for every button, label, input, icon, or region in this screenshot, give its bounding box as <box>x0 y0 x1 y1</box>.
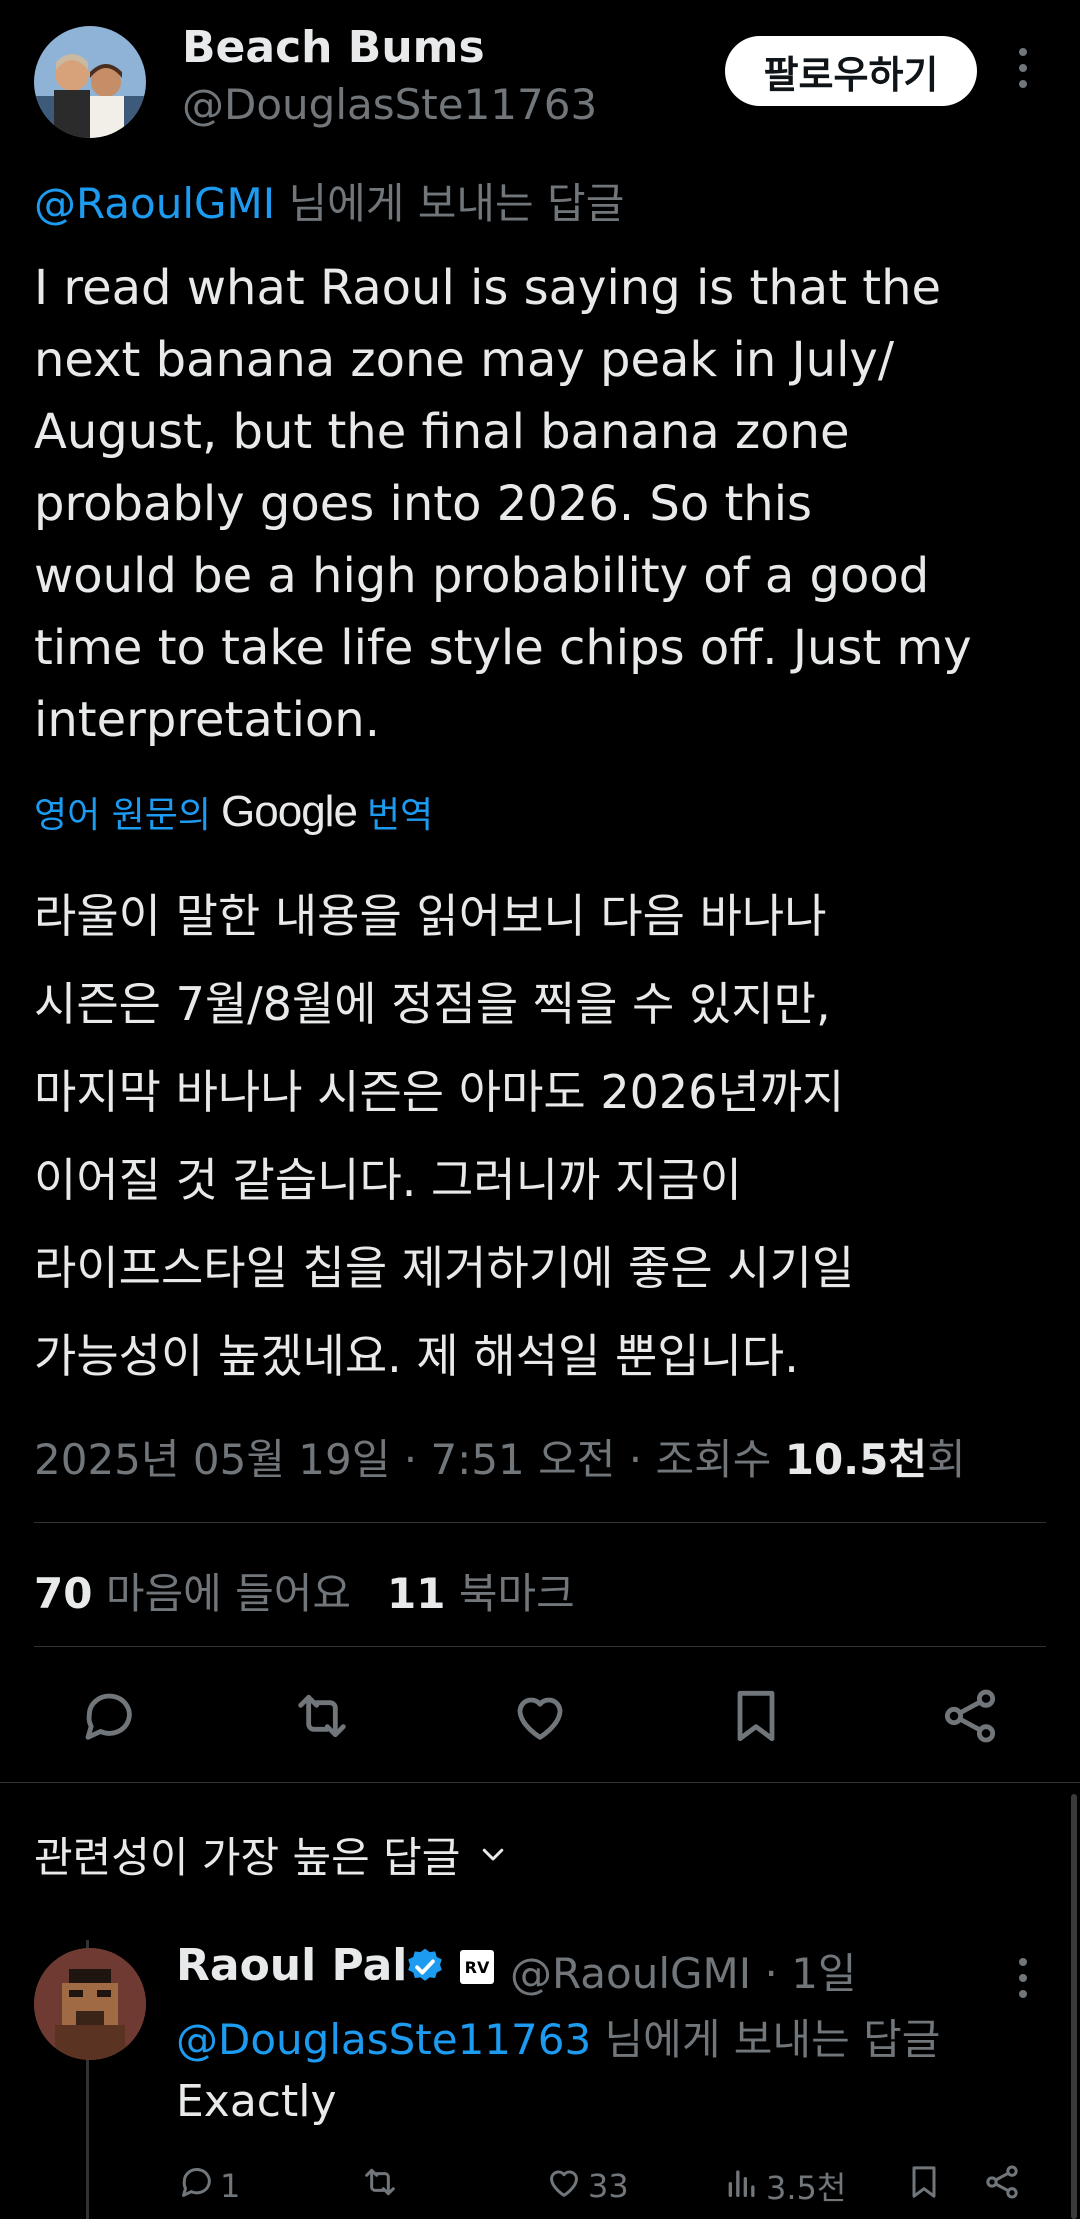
reply-retweet-button[interactable] <box>360 2162 400 2210</box>
reply-mention-link[interactable]: @RaoulGMI <box>34 179 275 228</box>
bookmark-icon <box>904 2162 944 2210</box>
reply-views-button[interactable]: 3.5천 <box>722 2162 846 2210</box>
reply-context: @DouglasSte11763 님에게 보내는 답글 <box>176 2006 940 2067</box>
divider <box>34 1646 1046 1647</box>
scrollbar[interactable] <box>1071 1794 1077 2219</box>
reply-author-name[interactable]: Raoul Pal <box>176 1940 407 1991</box>
reply-context-suffix: 님에게 보내는 답글 <box>275 179 625 228</box>
share-icon[interactable] <box>938 1684 1002 1748</box>
likes-stat[interactable]: 70 마음에 들어요 <box>34 1560 351 1621</box>
reply-like-button[interactable]: 33 <box>544 2162 629 2210</box>
retweet-icon <box>360 2162 400 2210</box>
likes-count: 70 <box>34 1569 93 1618</box>
author-handle[interactable]: @DouglasSte11763 <box>182 80 597 129</box>
view-count: 3.5천 <box>766 2169 847 2207</box>
tweet-body: I read what Raoul is saying is that the … <box>34 260 972 748</box>
reply-author-handle[interactable]: @RaoulGMI · 1일 <box>510 1940 857 2001</box>
chevron-down-icon <box>478 1830 508 1879</box>
reply-icon <box>176 2162 216 2210</box>
bookmarks-label: 북마크 <box>458 1569 575 1618</box>
likes-label: 마음에 들어요 <box>105 1569 352 1618</box>
bookmarks-stat[interactable]: 11 북마크 <box>387 1560 575 1621</box>
heart-icon[interactable] <box>508 1684 572 1748</box>
replies-sort-dropdown[interactable]: 관련성이 가장 높은 답글 <box>34 1824 508 1885</box>
section-divider <box>0 1782 1080 1783</box>
affiliate-badge-icon[interactable]: RV <box>460 1950 494 1984</box>
retweet-icon[interactable] <box>290 1684 354 1748</box>
follow-button[interactable]: 팔로우하기 <box>725 36 977 106</box>
like-count: 33 <box>588 2167 629 2205</box>
reply-bookmark-button[interactable] <box>904 2162 944 2210</box>
reply-more-options-icon[interactable] <box>1016 1954 1030 2008</box>
translation-prefix: 영어 원문의 <box>34 795 212 836</box>
reply-author-name-text: Raoul Pal <box>176 1940 408 1991</box>
reply-mention-link[interactable]: @DouglasSte11763 <box>176 2015 591 2064</box>
view-suffix: 회 <box>927 1435 966 1484</box>
heart-icon <box>544 2162 584 2210</box>
timestamp[interactable]: 2025년 05월 19일 · 7:51 오전 · 조회수 <box>34 1435 785 1484</box>
author-name[interactable]: Beach Bums <box>182 22 485 73</box>
reply-icon[interactable] <box>76 1684 140 1748</box>
view-count: 10.5천 <box>784 1435 927 1484</box>
translation-suffix: 번역 <box>366 795 434 836</box>
translation-attribution[interactable]: 영어 원문의 Google 번역 <box>34 786 433 838</box>
divider <box>34 1522 1046 1523</box>
bookmark-icon[interactable] <box>724 1684 788 1748</box>
reply-reply-button[interactable]: 1 <box>176 2162 240 2210</box>
reply-author-avatar[interactable] <box>34 1948 146 2060</box>
share-icon <box>982 2162 1022 2210</box>
tweet-meta: 2025년 05월 19일 · 7:51 오전 · 조회수 10.5천회 <box>34 1426 966 1487</box>
author-avatar[interactable] <box>34 26 146 138</box>
reply-context-suffix: 님에게 보내는 답글 <box>591 2015 941 2064</box>
translated-body: 라울이 말한 내용을 읽어보니 다음 바나나 시즌은 7월/8월에 정점을 찍을… <box>34 889 855 1383</box>
reply-share-button[interactable] <box>982 2162 1022 2210</box>
more-options-icon[interactable] <box>1016 44 1030 103</box>
google-logo: Google <box>221 787 358 836</box>
reply-body: Exactly <box>176 2076 337 2127</box>
verified-badge-icon <box>404 1946 446 1992</box>
reply-context: @RaoulGMI 님에게 보내는 답글 <box>34 170 624 231</box>
views-icon <box>722 2162 762 2210</box>
bookmarks-count: 11 <box>387 1569 446 1618</box>
reply-count: 1 <box>220 2167 241 2205</box>
engagement-stats: 70 마음에 들어요 11 북마크 <box>34 1560 575 1621</box>
replies-section-title: 관련성이 가장 높은 답글 <box>34 1833 461 1882</box>
